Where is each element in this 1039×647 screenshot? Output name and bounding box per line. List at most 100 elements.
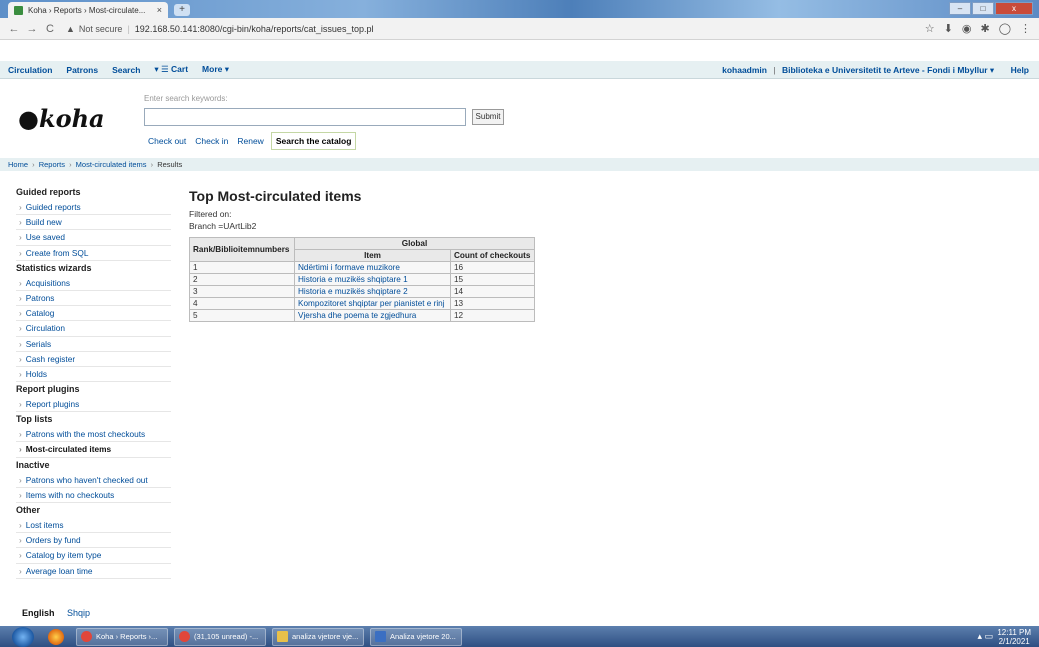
page-title: Top Most-circulated items (189, 188, 362, 204)
logged-in-user[interactable]: kohaadmin (722, 65, 767, 75)
koha-logo[interactable]: ●koha (18, 104, 105, 133)
results-table: Rank/Biblioitemnumbers Global Item Count… (189, 237, 535, 322)
sidebar-item-patrons[interactable]: Patrons (16, 291, 171, 307)
clock-time: 12:11 PM (997, 628, 1031, 637)
browser-tab[interactable]: Koha › Reports › Most-circulate... × (8, 2, 168, 18)
sidebar-item-catalog-by-item-type[interactable]: Catalog by item type (16, 548, 171, 564)
sidebar-item-serials[interactable]: Serials (16, 337, 171, 352)
nav-patrons[interactable]: Patrons (66, 65, 98, 75)
back-icon[interactable]: ← (6, 23, 22, 35)
sidebar-item-report-plugins[interactable]: Report plugins (16, 397, 171, 413)
count-cell: 12 (450, 309, 535, 322)
rank-cell: 4 (189, 297, 295, 310)
omnibox-separator: | (127, 23, 130, 34)
sidebar-item-average-loan-time[interactable]: Average loan time (16, 564, 171, 579)
sidebar-item-use-saved[interactable]: Use saved (16, 230, 171, 246)
reload-icon[interactable]: C (42, 23, 58, 35)
new-tab-button[interactable]: + (174, 4, 190, 16)
catalog-search-input[interactable] (144, 108, 466, 126)
item-link[interactable]: Ndërtimi i formave muzikore (294, 261, 451, 274)
sidebar-heading-report-plugins: Report plugins (16, 384, 80, 395)
profile-icon[interactable]: ◯ (999, 22, 1011, 35)
filtered-on-label: Filtered on: (189, 209, 232, 219)
sidebar-item-acquisitions[interactable]: Acquisitions (16, 276, 171, 291)
sidebar-item-guided-reports[interactable]: Guided reports (16, 200, 171, 216)
breadcrumb-most-circulated[interactable]: Most-circulated items (76, 160, 147, 169)
main-content: Top Most-circulated items Filtered on: B… (189, 188, 361, 232)
language-shqip-link[interactable]: Shqip (67, 608, 90, 618)
library-selector[interactable]: Biblioteka e Universitetit te Arteve - F… (782, 65, 994, 75)
extension-badge-icon[interactable]: ◉ (962, 22, 972, 35)
sidebar-item-create-from-sql[interactable]: Create from SQL (16, 246, 171, 261)
breadcrumb-reports[interactable]: Reports (39, 160, 65, 169)
start-button-icon[interactable] (12, 626, 34, 647)
extensions-puzzle-icon[interactable]: ✱ (980, 22, 989, 35)
taskbar-koha-window[interactable]: Koha › Reports ›... (76, 627, 168, 646)
search-tabs: Check out Check in Renew Search the cata… (148, 132, 365, 150)
tab-search-catalog[interactable]: Search the catalog (270, 132, 357, 150)
sidebar-heading-other: Other (16, 505, 41, 515)
search-submit-button[interactable]: Submit (472, 109, 504, 125)
item-link[interactable]: Vjersha dhe poema te zgjedhura (294, 309, 451, 322)
user-separator: | (773, 65, 776, 75)
sidebar-heading-guided-reports: Guided reports (16, 187, 81, 197)
minimize-button[interactable]: – (949, 2, 971, 15)
extension-download-icon[interactable]: ⬇ (944, 22, 953, 35)
sidebar-item-most-circulated[interactable]: Most-circulated items (16, 442, 171, 458)
sidebar-item-patrons-most-checkouts[interactable]: Patrons with the most checkouts (16, 427, 171, 443)
filter-value: Branch =UArtLib2 (189, 221, 257, 231)
item-link[interactable]: Historia e muzikës shqiptare 2 (294, 285, 451, 298)
firefox-icon[interactable] (48, 628, 64, 645)
url-field[interactable]: ▲ Not secure | 192.168.50.141:8080/cgi-b… (66, 24, 373, 34)
filter-info: Filtered on: Branch =UArtLib2 (189, 208, 361, 232)
table-row: 2 Historia e muzikës shqiptare 1 15 (189, 273, 535, 286)
forward-icon[interactable]: → (24, 23, 40, 35)
sidebar-item-orders-by-fund[interactable]: Orders by fund (16, 533, 171, 549)
tab-check-out[interactable]: Check out (148, 136, 186, 146)
taskbar-folder-window[interactable]: analiza vjetore vje... (272, 627, 364, 646)
item-link[interactable]: Kompozitoret shqiptar per pianistet e ri… (294, 297, 451, 310)
sidebar-item-catalog[interactable]: Catalog (16, 306, 171, 322)
sidebar-item-holds[interactable]: Holds (16, 367, 171, 383)
sidebar-item-circulation[interactable]: Circulation (16, 321, 171, 337)
taskbar-mail-window[interactable]: (31,105 unread) -... (174, 627, 266, 646)
col-rank: Rank/Biblioitemnumbers (189, 237, 295, 262)
clock-date: 2/1/2021 (998, 637, 1030, 646)
bookmark-star-icon[interactable]: ☆ (925, 22, 935, 35)
user-menu: kohaadmin | Biblioteka e Universitetit t… (722, 65, 1029, 76)
tab-renew[interactable]: Renew (237, 136, 263, 146)
system-tray-icon[interactable]: ▴ ▭ (977, 631, 993, 642)
table-row: 4 Kompozitoret shqiptar per pianistet e … (189, 297, 535, 310)
item-link[interactable]: Historia e muzikës shqiptare 1 (294, 273, 451, 286)
rank-cell: 2 (189, 273, 295, 286)
breadcrumb-current: Results (157, 160, 183, 169)
browser-menu-icon[interactable]: ⋮ (1020, 22, 1031, 35)
sidebar-item-lost-items[interactable]: Lost items (16, 518, 171, 534)
nav-search[interactable]: Search (112, 65, 140, 75)
maximize-button[interactable]: □ (972, 2, 994, 15)
sidebar-item-cash-register[interactable]: Cash register (16, 352, 171, 367)
chrome-icon (81, 631, 92, 642)
table-row: 3 Historia e muzikës shqiptare 2 14 (189, 285, 535, 298)
taskbar-document-window[interactable]: Analiza vjetore 20... (370, 627, 462, 646)
sidebar-item-build-new[interactable]: Build new (16, 215, 171, 231)
nav-circulation[interactable]: Circulation (8, 65, 52, 75)
nav-more[interactable]: More ▾ (202, 64, 229, 75)
word-document-icon (375, 631, 386, 642)
taskbar-clock[interactable]: 12:11 PM 2/1/2021 (997, 628, 1031, 646)
help-link[interactable]: Help (1011, 65, 1029, 75)
sidebar-item-items-no-checkouts[interactable]: Items with no checkouts (16, 488, 171, 503)
reports-sidebar: Guided reports Guided reports Build new … (16, 185, 171, 579)
tab-check-in[interactable]: Check in (195, 136, 228, 146)
close-window-button[interactable]: x (995, 2, 1033, 15)
col-group-global: Global (294, 237, 535, 250)
rank-cell: 5 (189, 309, 295, 322)
nav-cart[interactable]: ▾ ☰ Cart (154, 64, 188, 75)
koha-favicon-icon (14, 5, 23, 15)
breadcrumb-home[interactable]: Home (8, 160, 28, 169)
tab-close-icon[interactable]: × (157, 5, 162, 15)
os-taskbar: Koha › Reports ›... (31,105 unread) -...… (0, 626, 1039, 647)
sidebar-item-patrons-not-checked-out[interactable]: Patrons who haven't checked out (16, 473, 171, 488)
address-bar: ← → C ▲ Not secure | 192.168.50.141:8080… (0, 18, 1039, 40)
count-cell: 15 (450, 273, 535, 286)
